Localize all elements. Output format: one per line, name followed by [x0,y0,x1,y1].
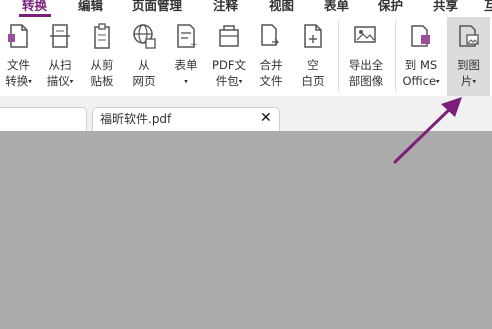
document-tab-title: 福昕软件.pdf [100,112,172,126]
file-convert-label-2: 转换 [5,74,29,88]
to-image-label-2: 片 [460,74,473,88]
clipboard-icon [94,23,110,49]
menu-protect[interactable]: 保护 [378,0,403,14]
image-convert-icon [458,25,479,47]
from-scanner-label-1: 从扫 [48,58,72,72]
pdf-package-label-1: PDF文 [212,58,246,72]
chevron-down-icon: ▾ [238,77,243,86]
merge-files-icon [261,24,279,46]
chevron-down-icon: ▾ [28,77,32,86]
to-image-label-1: 到图 [457,58,480,72]
export-all-images-label-2: 部图像 [348,74,384,88]
file-convert-icon [7,24,28,48]
menu-bar: 转换 编辑 页面管理 注释 视图 表单 保护 共享 互 [0,0,492,17]
pdf-package-button[interactable]: PDF文 件包▾ [208,17,250,96]
package-icon [219,25,239,47]
chevron-down-icon: ▾ [184,77,188,86]
from-scanner-button[interactable]: 从扫 描仪▾ [41,17,79,96]
merge-files-button[interactable]: 合并 文件 [252,17,290,96]
file-convert-button[interactable]: 文件 转换▾ [0,17,37,96]
app-window: 转换 编辑 页面管理 注释 视图 表单 保护 共享 互 文件 转换▾ 从扫 描仪… [0,0,492,329]
ribbon-separator [395,21,396,91]
blank-page-label-1: 空 [307,58,319,72]
menu-more[interactable]: 互 [484,0,492,14]
pdf-package-label-2: 件包 [215,74,239,88]
from-clipboard-label-1: 从剪 [90,58,114,72]
from-scanner-label-2: 描仪 [46,74,70,88]
merge-files-label-2: 文件 [259,74,283,88]
office-export-icon [411,25,430,47]
document-workspace [0,131,492,329]
document-tab-strip: 福昕软件.pdf ✕ [0,96,492,132]
to-ms-office-label-2: Office [402,74,437,88]
svg-text:+: + [190,40,198,50]
start-tab[interactable] [0,107,87,132]
close-icon[interactable]: ✕ [260,109,272,127]
from-webpage-label-1: 从 [138,58,150,72]
ribbon-separator [338,21,339,91]
menu-edit[interactable]: 编辑 [78,0,103,14]
document-tab[interactable]: 福昕软件.pdf ✕ [92,107,280,132]
merge-files-label-1: 合并 [259,58,283,72]
from-webpage-label-2: 网页 [132,74,156,88]
menu-page-manage[interactable]: 页面管理 [132,0,182,14]
chevron-down-icon: ▾ [472,77,476,86]
export-all-images-label-1: 导出全 [348,58,384,72]
globe-icon [133,24,156,49]
menu-annotate[interactable]: 注释 [213,0,238,14]
from-webpage-button[interactable]: 从 网页 [125,17,163,96]
from-clipboard-label-2: 贴板 [90,74,114,88]
blank-page-button[interactable]: 空 白页 [294,17,332,96]
scanner-icon [50,24,70,48]
to-ms-office-button[interactable]: 到 MS Office▾ [398,17,444,96]
menu-convert[interactable]: 转换 [22,0,47,14]
menu-view[interactable]: 视图 [269,0,294,14]
chevron-down-icon: ▾ [69,77,74,86]
form-document-icon: + [177,24,198,50]
file-convert-label-1: 文件 [7,58,30,72]
menu-form[interactable]: 表单 [324,0,349,14]
blank-page-icon [304,24,322,48]
ribbon-toolbar: 文件 转换▾ 从扫 描仪▾ 从剪 贴板 从 网页 + 表单 ▾ PDF文 件包▾… [0,17,492,96]
from-clipboard-button[interactable]: 从剪 贴板 [83,17,121,96]
to-ms-office-label-1: 到 MS [404,58,438,72]
chevron-down-icon: ▾ [436,77,440,86]
form-label: 表单 [174,58,198,72]
menu-share[interactable]: 共享 [433,0,458,14]
to-image-button[interactable]: 到图 片▾ [447,17,490,96]
blank-page-label-2: 白页 [301,74,325,88]
form-button[interactable]: + 表单 ▾ [167,17,205,96]
image-export-icon [354,26,376,43]
export-all-images-button[interactable]: 导出全 部图像 [343,17,389,96]
